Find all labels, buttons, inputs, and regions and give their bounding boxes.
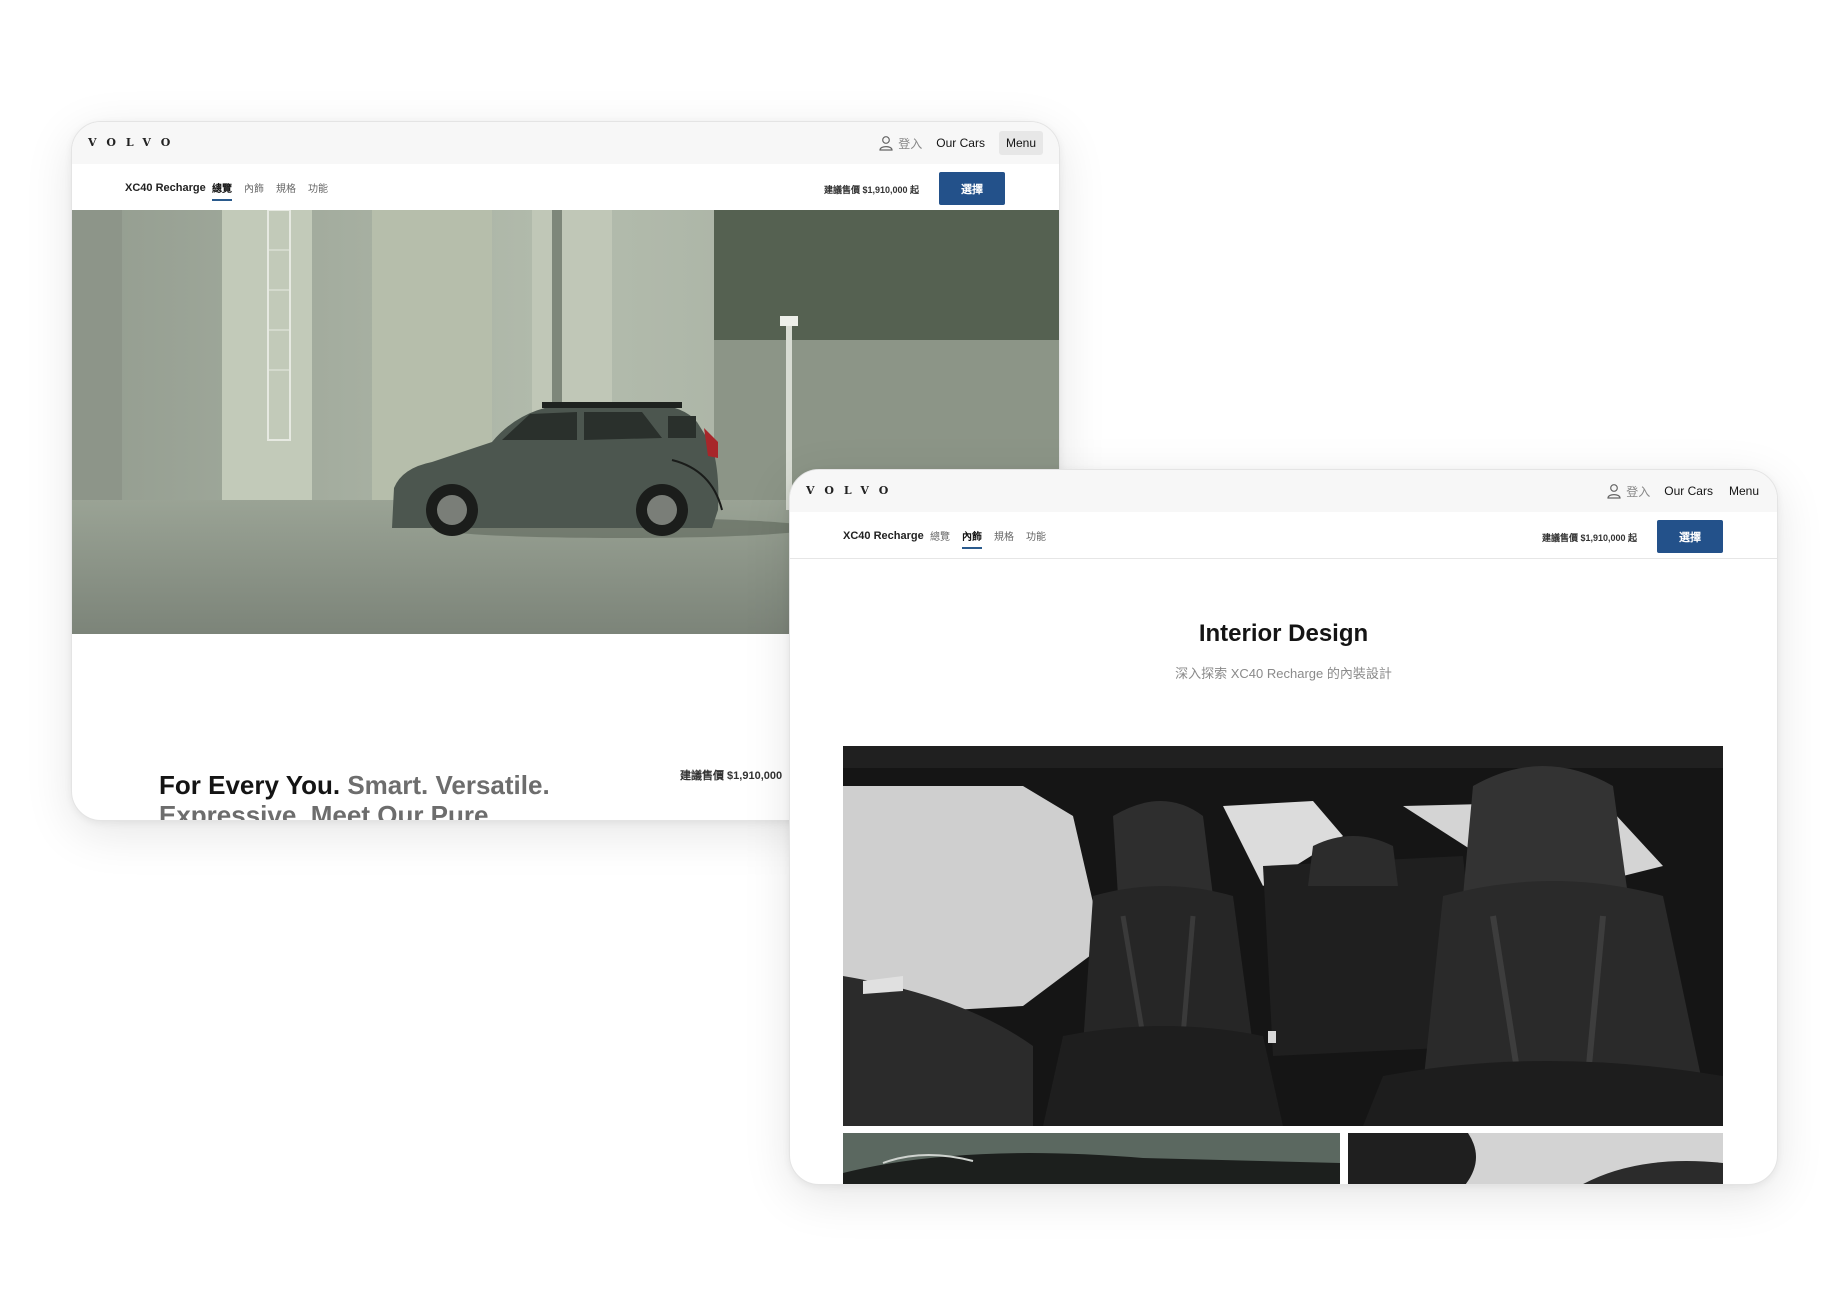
volvo-logo[interactable]: VOLVO — [88, 136, 180, 149]
tab-overview[interactable]: 總覽 — [212, 180, 232, 201]
top-bar: VOLVO 登入 Our Cars Menu — [72, 122, 1059, 165]
user-icon — [879, 136, 893, 151]
model-name: XC40 Recharge — [125, 182, 206, 194]
login-link[interactable]: 登入 — [1607, 483, 1650, 500]
interior-page-window: VOLVO 登入 Our Cars Menu XC40 Recharge 總覽 … — [789, 469, 1778, 1185]
user-icon — [1607, 484, 1621, 499]
our-cars-link[interactable]: Our Cars — [1664, 484, 1713, 498]
login-label: 登入 — [898, 136, 923, 151]
tab-interior[interactable]: 內飾 — [962, 528, 982, 549]
hero-headline: For Every You. Smart. Versatile. Express… — [159, 770, 599, 820]
tab-interior[interactable]: 內飾 — [244, 180, 264, 201]
model-subnav: XC40 Recharge 總覽 內飾 規格 功能 建議售價 $1,910,00… — [790, 512, 1777, 559]
section-title: Interior Design — [1198, 620, 1369, 647]
headline-bold: For Every You. — [159, 770, 341, 800]
hero-price-teaser: 建議售價 $1,910,000 — [680, 770, 783, 782]
model-tabs: 總覽 內飾 規格 功能 — [212, 180, 328, 201]
tab-specs[interactable]: 規格 — [994, 528, 1014, 549]
login-label: 登入 — [1626, 484, 1651, 499]
our-cars-link[interactable]: Our Cars — [936, 136, 985, 150]
interior-thumbnail-seat-detail[interactable] — [1348, 1133, 1723, 1184]
interior-thumbnail-dashboard[interactable] — [843, 1133, 1340, 1184]
top-bar-actions: 登入 Our Cars Menu — [879, 131, 1043, 155]
model-subnav: XC40 Recharge 總覽 內飾 規格 功能 建議售價 $1,910,00… — [72, 164, 1059, 211]
tab-overview[interactable]: 總覽 — [930, 528, 950, 549]
tab-features[interactable]: 功能 — [1026, 528, 1046, 549]
login-link[interactable]: 登入 — [879, 135, 922, 152]
dashboard-illustration — [843, 1133, 1340, 1184]
volvo-logo[interactable]: VOLVO — [806, 484, 898, 497]
price-note: 建議售價 $1,910,000 起 — [1541, 533, 1637, 543]
interior-seats-illustration — [843, 746, 1723, 1126]
model-tabs: 總覽 內飾 規格 功能 — [930, 528, 1046, 549]
section-subtitle: 深入探索 XC40 Recharge 的內裝設計 — [1175, 666, 1392, 681]
tab-specs[interactable]: 規格 — [276, 180, 296, 201]
model-name: XC40 Recharge — [843, 530, 924, 542]
price-note: 建議售價 $1,910,000 起 — [823, 185, 919, 195]
seat-detail-illustration — [1348, 1133, 1723, 1184]
tab-features[interactable]: 功能 — [308, 180, 328, 201]
top-bar-actions: 登入 Our Cars Menu — [1607, 479, 1761, 503]
select-button[interactable]: 選擇 — [1657, 520, 1723, 553]
interior-main-image — [843, 746, 1723, 1126]
menu-button[interactable]: Menu — [1727, 479, 1761, 503]
menu-button[interactable]: Menu — [998, 131, 1043, 155]
top-bar: VOLVO 登入 Our Cars Menu — [790, 470, 1777, 513]
select-button[interactable]: 選擇 — [939, 172, 1005, 205]
